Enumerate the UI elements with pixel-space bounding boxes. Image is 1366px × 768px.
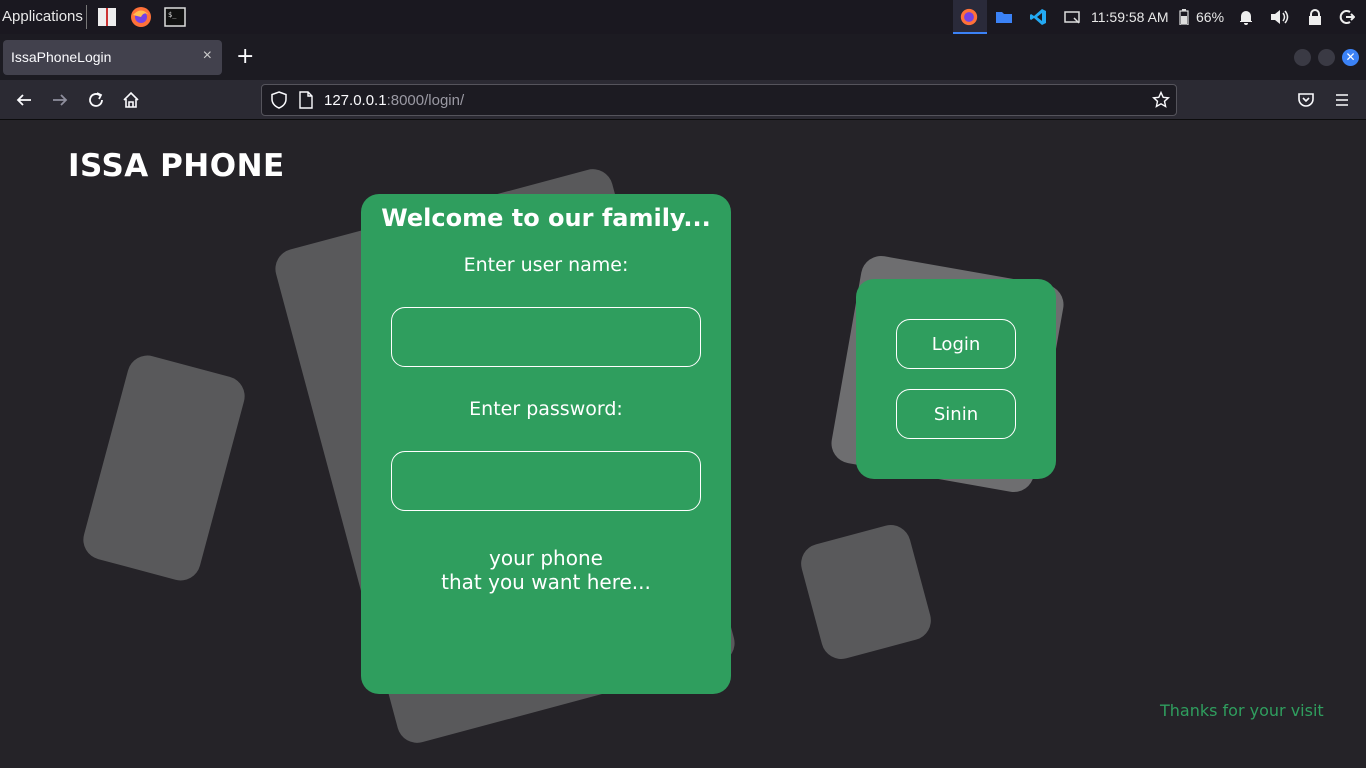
back-arrow-icon[interactable] (13, 89, 35, 111)
new-tab-button[interactable]: + (236, 46, 254, 68)
vscode-task-icon[interactable] (1029, 7, 1047, 27)
volume-icon[interactable] (1270, 7, 1290, 27)
panel-separator (86, 5, 87, 29)
url-text[interactable]: 127.0.0.1:8000/login/ (324, 92, 464, 109)
bookmark-star-icon[interactable] (1151, 90, 1171, 113)
url-path: :8000/login/ (386, 92, 465, 109)
forward-arrow-icon[interactable] (49, 89, 71, 111)
tracking-shield-icon[interactable] (270, 91, 288, 113)
pocket-icon[interactable] (1295, 89, 1317, 111)
file-manager-launcher-icon[interactable] (96, 6, 118, 28)
battery-icon[interactable] (1179, 7, 1189, 27)
folder-task-icon[interactable] (995, 7, 1013, 27)
home-icon[interactable] (120, 89, 142, 111)
footer-thanks-text: Thanks for your visit (1160, 701, 1324, 720)
login-button[interactable]: Login (896, 319, 1016, 369)
page-info-icon[interactable] (298, 91, 314, 113)
tab-close-icon[interactable]: × (203, 47, 212, 65)
welcome-heading: Welcome to our family... (381, 204, 711, 232)
decorative-square-shape (796, 520, 936, 664)
browser-navigation-bar: 127.0.0.1:8000/login/ (0, 80, 1366, 120)
page-content: ISSA PHONE Welcome to our family... Ente… (0, 121, 1366, 768)
browser-tab-bar: IssaPhoneLogin × + ✕ (0, 34, 1366, 80)
battery-percentage: 66% (1196, 9, 1225, 25)
tagline: your phone that you want here... (361, 546, 731, 594)
login-form-card: Welcome to our family... Enter user name… (361, 194, 731, 694)
screenshot-icon[interactable] (1063, 7, 1081, 27)
url-host: 127.0.0.1 (324, 92, 387, 109)
hamburger-menu-icon[interactable] (1331, 89, 1353, 111)
system-panel: Applications $_ 11:59:58 AM 66% (0, 0, 1366, 34)
password-label: Enter password: (469, 398, 623, 420)
minimize-window-button[interactable] (1294, 49, 1311, 66)
signin-button[interactable]: Sinin (896, 389, 1016, 439)
site-brand-title: ISSA PHONE (68, 148, 285, 184)
clock[interactable]: 11:59:58 AM (1091, 7, 1169, 27)
username-input[interactable] (391, 307, 701, 367)
tab-title: IssaPhoneLogin (11, 49, 112, 65)
firefox-launcher-icon[interactable] (130, 6, 152, 28)
tagline-line-2: that you want here... (441, 570, 651, 594)
username-label: Enter user name: (463, 254, 629, 276)
decorative-phone-shape-left (78, 351, 250, 585)
auth-actions-card: Login Sinin (856, 279, 1056, 479)
terminal-launcher-icon[interactable]: $_ (164, 6, 186, 28)
applications-menu[interactable]: Applications (2, 8, 83, 25)
reload-icon[interactable] (85, 89, 107, 111)
password-input[interactable] (391, 451, 701, 511)
notification-bell-icon[interactable] (1238, 7, 1254, 27)
tab-issaphonelogin[interactable]: IssaPhoneLogin × (3, 40, 222, 75)
maximize-window-button[interactable] (1318, 49, 1335, 66)
tagline-line-1: your phone (489, 546, 603, 570)
lock-icon[interactable] (1307, 7, 1323, 27)
svg-text:$_: $_ (168, 11, 177, 19)
firefox-task-icon[interactable] (960, 7, 978, 27)
logout-icon[interactable] (1339, 7, 1355, 27)
close-window-button[interactable]: ✕ (1342, 49, 1359, 66)
address-bar[interactable]: 127.0.0.1:8000/login/ (261, 84, 1177, 116)
